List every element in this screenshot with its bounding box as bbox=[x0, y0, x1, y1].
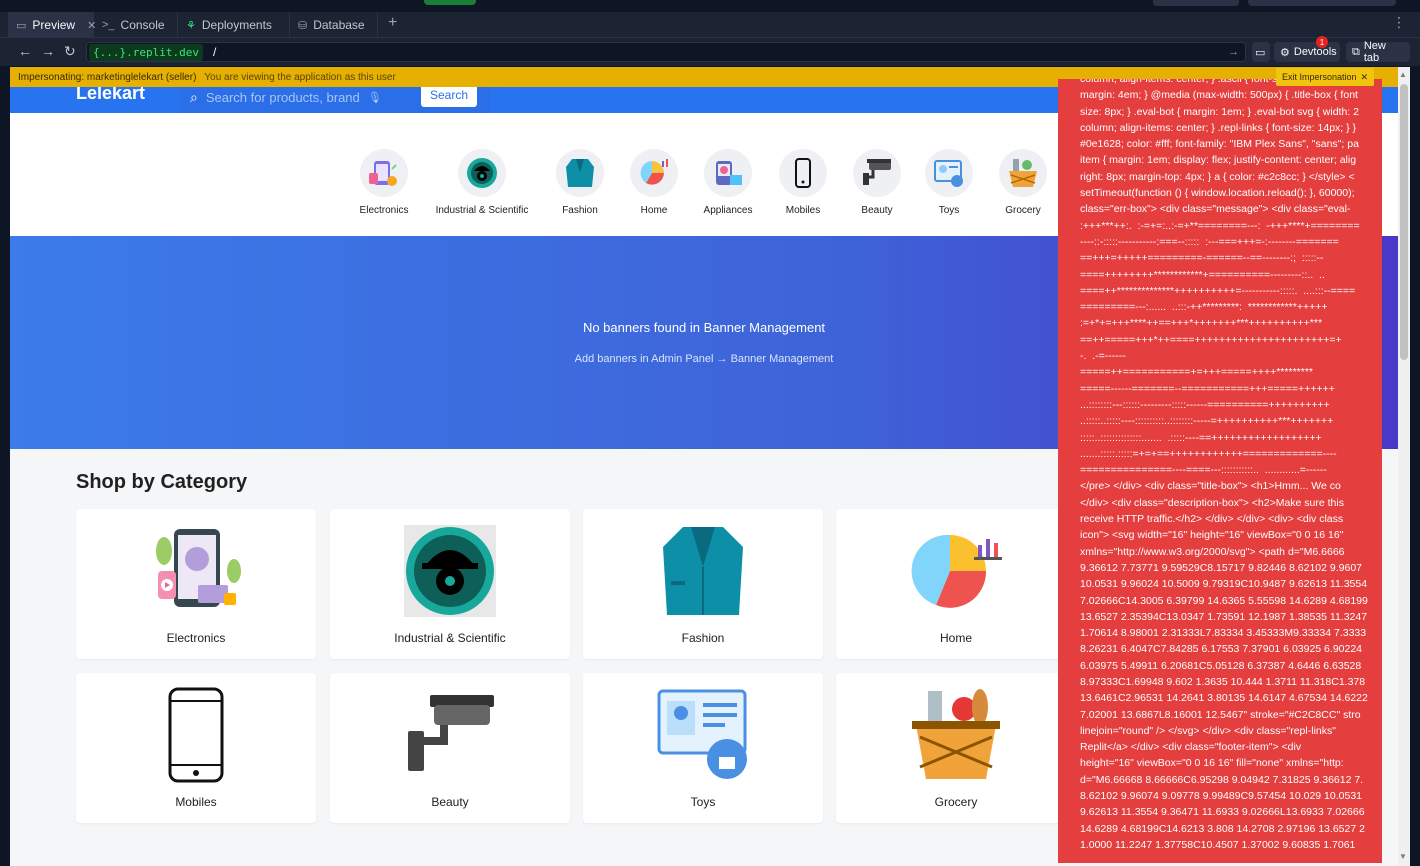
scroll-down-arrow-icon[interactable]: ▼ bbox=[1399, 852, 1407, 861]
card-label: Toys bbox=[690, 795, 716, 809]
pie-chart-icon bbox=[630, 149, 678, 197]
card-label: Mobiles bbox=[175, 795, 217, 809]
category-label: Appliances bbox=[703, 205, 753, 216]
new-tab-button[interactable]: ⧉ New tab bbox=[1346, 40, 1410, 64]
search-bar: ⌕ Search for products, brand 🎙︎ Search bbox=[180, 87, 490, 115]
category-card-grocery[interactable]: Grocery bbox=[836, 673, 1076, 823]
scrollbar-thumb[interactable] bbox=[1400, 84, 1408, 360]
category-label: Grocery bbox=[1005, 205, 1041, 216]
top-right-button-2[interactable] bbox=[1248, 0, 1396, 6]
devtools-badge: 1 bbox=[1316, 36, 1328, 48]
category-label: Fashion bbox=[562, 205, 598, 216]
security-camera-icon bbox=[853, 149, 901, 197]
search-button[interactable]: Search bbox=[421, 87, 477, 107]
forward-arrow-icon[interactable]: → bbox=[41, 43, 55, 59]
new-tab-label: New tab bbox=[1363, 40, 1386, 64]
category-card-toys[interactable]: Toys bbox=[583, 673, 823, 823]
grocery-basket-icon bbox=[906, 685, 1006, 785]
section-title: Shop by Category bbox=[76, 471, 248, 493]
category-card-fashion[interactable]: Fashion bbox=[583, 509, 823, 659]
exit-impersonation-label: Exit Impersonation bbox=[1282, 72, 1357, 82]
tab-deployments[interactable]: ⚘ Deployments bbox=[178, 12, 290, 38]
wrench-icon: ⚙ bbox=[1280, 46, 1290, 59]
grocery-basket-icon bbox=[999, 149, 1047, 197]
run-indicator[interactable] bbox=[424, 0, 476, 5]
top-right-button-1[interactable] bbox=[1153, 0, 1239, 6]
impersonation-message: You are viewing the application as this … bbox=[204, 71, 396, 83]
category-industrial[interactable]: Industrial & Scientific bbox=[432, 149, 532, 216]
search-input[interactable]: ⌕ Search for products, brand 🎙︎ bbox=[190, 87, 418, 107]
appliances-icon bbox=[704, 149, 752, 197]
card-label: Fashion bbox=[681, 631, 725, 645]
back-arrow-icon[interactable]: ← bbox=[18, 43, 32, 59]
go-arrow-icon[interactable]: → bbox=[1228, 46, 1239, 58]
database-icon: ⛁ bbox=[298, 19, 308, 32]
url-path[interactable]: / bbox=[213, 45, 216, 59]
monitor-icon: ▭ bbox=[16, 19, 27, 32]
reload-icon[interactable]: ↻ bbox=[64, 43, 76, 60]
industrial-helmet-icon bbox=[400, 521, 500, 621]
tab-label: Database bbox=[313, 18, 365, 32]
category-card-electronics[interactable]: Electronics bbox=[76, 509, 316, 659]
exit-impersonation-button[interactable]: Exit Impersonation ✕ bbox=[1276, 68, 1375, 86]
tab-preview[interactable]: ▭ Preview ✕ bbox=[8, 12, 96, 38]
card-label: Home bbox=[939, 631, 972, 645]
card-label: Electronics bbox=[166, 631, 226, 645]
category-card-beauty[interactable]: Beauty bbox=[330, 673, 570, 823]
search-icon: ⌕ bbox=[190, 88, 198, 105]
more-options-icon[interactable]: ⋮ bbox=[1392, 14, 1406, 31]
external-link-icon: ⧉ bbox=[1352, 45, 1360, 58]
mic-icon[interactable]: 🎙︎ bbox=[368, 91, 382, 104]
terminal-icon: >_ bbox=[102, 19, 115, 31]
card-label: Grocery bbox=[934, 795, 978, 809]
card-label: Industrial & Scientific bbox=[394, 631, 506, 645]
tab-label: Console bbox=[120, 18, 165, 32]
search-placeholder: Search for products, brand bbox=[205, 89, 360, 105]
category-card-mobiles[interactable]: Mobiles bbox=[76, 673, 316, 823]
deploy-icon: ⚘ bbox=[186, 19, 196, 32]
card-label: Beauty bbox=[431, 795, 469, 809]
electronics-icon bbox=[146, 521, 246, 621]
category-label: Beauty bbox=[861, 205, 893, 216]
blazer-icon bbox=[556, 149, 604, 197]
id-card-icon bbox=[925, 149, 973, 197]
category-electronics[interactable]: Electronics bbox=[334, 149, 434, 216]
category-label: Mobiles bbox=[785, 205, 821, 216]
impersonation-user: Impersonating: marketinglelekart (seller… bbox=[18, 71, 197, 83]
category-label: Home bbox=[640, 205, 668, 216]
blazer-icon bbox=[653, 521, 753, 621]
add-tab-button[interactable]: + bbox=[388, 14, 397, 32]
id-card-icon bbox=[653, 685, 753, 785]
pie-chart-icon bbox=[906, 521, 1006, 621]
tab-label: Preview bbox=[32, 18, 76, 32]
devtools-button[interactable]: ⚙ Devtools 1 bbox=[1274, 36, 1340, 62]
url-domain: {...}.replit.dev bbox=[89, 43, 203, 61]
category-label: Toys bbox=[938, 205, 960, 216]
category-label: Industrial & Scientific bbox=[435, 205, 529, 216]
tab-console[interactable]: >_ Console bbox=[94, 12, 178, 38]
security-camera-icon bbox=[400, 685, 500, 785]
electronics-icon bbox=[360, 149, 408, 197]
scroll-up-arrow-icon[interactable]: ▲ bbox=[1399, 70, 1407, 79]
category-card-industrial[interactable]: Industrial & Scientific bbox=[330, 509, 570, 659]
devtools-label: Devtools bbox=[1293, 46, 1337, 58]
close-icon: ✕ bbox=[1360, 71, 1369, 82]
error-source-text: column; align-items: center; } .ascii { … bbox=[1080, 79, 1368, 851]
error-overlay: column; align-items: center; } .ascii { … bbox=[1058, 79, 1382, 863]
category-card-home[interactable]: Home bbox=[836, 509, 1076, 659]
tab-label: Deployments bbox=[201, 18, 272, 32]
smartphone-icon bbox=[779, 149, 827, 197]
category-label: Electronics bbox=[359, 205, 409, 216]
tab-database[interactable]: ⛁ Database bbox=[290, 12, 378, 38]
industrial-helmet-icon bbox=[458, 149, 506, 197]
site-logo[interactable]: Lelekart bbox=[76, 87, 145, 104]
smartphone-icon bbox=[146, 685, 246, 785]
url-bar[interactable]: {...}.replit.dev / → bbox=[86, 42, 1246, 62]
screen-icon[interactable]: ▭ bbox=[1252, 42, 1270, 62]
